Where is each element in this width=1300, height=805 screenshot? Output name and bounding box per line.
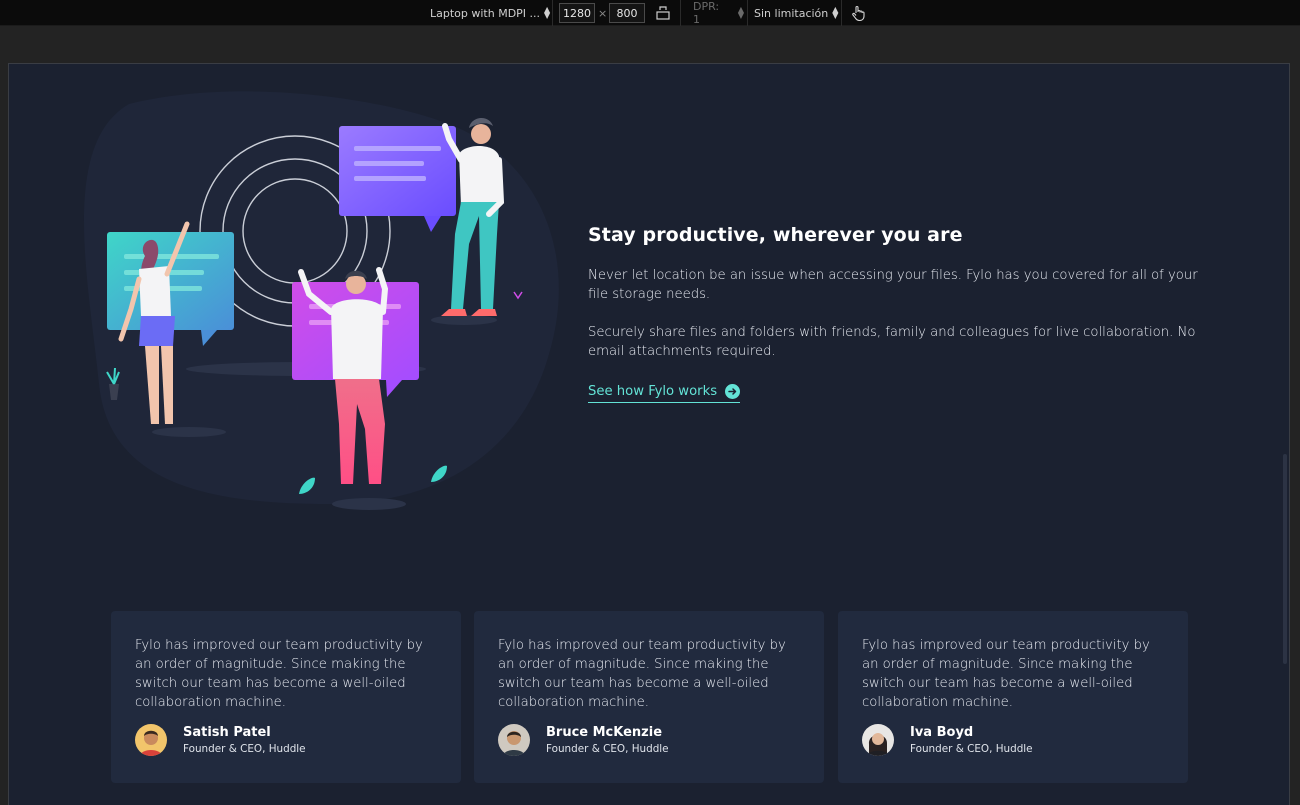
person-name: Satish Patel xyxy=(183,725,271,740)
testimonial-quote: Fylo has improved our team productivity … xyxy=(862,638,1150,710)
arrow-right-icon xyxy=(725,384,741,399)
testimonial-quote: Fylo has improved our team productivity … xyxy=(498,638,786,710)
productive-title: Stay productive, wherever you are xyxy=(588,224,963,246)
height-input[interactable]: 800 xyxy=(609,3,645,23)
testimonial-person: Satish Patel Founder & CEO, Huddle xyxy=(135,724,306,756)
throttle-select-label: Sin limitación xyxy=(754,6,829,20)
testimonials: Fylo has improved our team productivity … xyxy=(111,611,1188,783)
width-input[interactable]: 1280 xyxy=(559,3,595,23)
person-name: Iva Boyd xyxy=(910,725,974,740)
toolbar-divider xyxy=(841,0,842,26)
device-select-label: Laptop with MDPI ... xyxy=(430,6,541,20)
person-details: Iva Boyd Founder & CEO, Huddle xyxy=(910,725,1033,755)
person-role: Founder & CEO, Huddle xyxy=(183,743,306,755)
device-select[interactable]: Laptop with MDPI ... ▲ ▼ xyxy=(424,0,552,26)
updown-icon: ▲ ▼ xyxy=(737,5,744,20)
person-name: Bruce McKenzie xyxy=(546,725,663,740)
testimonial-quote: Fylo has improved our team productivity … xyxy=(135,638,423,710)
touch-hand-icon[interactable] xyxy=(849,0,867,26)
scrollbar-thumb[interactable] xyxy=(1283,454,1287,664)
collaboration-illustration xyxy=(84,91,559,510)
throttle-select[interactable]: Sin limitación ▲ ▼ xyxy=(750,0,840,26)
toolbar-divider xyxy=(747,0,748,26)
updown-icon: ▲ ▼ xyxy=(544,5,551,20)
productive-section: Stay productive, wherever you are Never … xyxy=(588,224,1228,403)
avatar xyxy=(135,724,167,756)
person-details: Satish Patel Founder & CEO, Huddle xyxy=(183,725,306,755)
dimension-separator: × xyxy=(598,6,608,20)
see-how-link-label: See how Fylo works xyxy=(588,384,718,399)
person-role: Founder & CEO, Huddle xyxy=(910,743,1033,755)
toolbar-divider xyxy=(552,0,553,26)
scrollbar[interactable] xyxy=(1281,64,1289,805)
rotate-icon[interactable] xyxy=(655,0,671,26)
person-role: Founder & CEO, Huddle xyxy=(546,743,669,755)
see-how-fylo-works-link[interactable]: See how Fylo works xyxy=(588,384,741,403)
updown-icon: ▲ ▼ xyxy=(832,5,839,20)
dpr-select-label: DPR: 1 xyxy=(693,0,720,26)
testimonial-person: Bruce McKenzie Founder & CEO, Huddle xyxy=(498,724,669,756)
page-viewport: Stay productive, wherever you are Never … xyxy=(8,63,1290,805)
devtools-device-toolbar: Laptop with MDPI ... ▲ ▼ 1280 × 800 DPR: … xyxy=(0,0,1300,26)
toolbar-divider xyxy=(680,0,681,26)
devtools-canvas-margin xyxy=(0,27,1300,63)
testimonial-person: Iva Boyd Founder & CEO, Huddle xyxy=(862,724,1033,756)
avatar xyxy=(498,724,530,756)
dpr-select[interactable]: DPR: 1 ▲ ▼ xyxy=(688,0,744,26)
testimonial-card: Fylo has improved our team productivity … xyxy=(111,611,461,783)
productive-paragraph-2: Securely share files and folders with fr… xyxy=(588,325,1196,359)
testimonial-card: Fylo has improved our team productivity … xyxy=(838,611,1188,783)
productive-paragraph-1: Never let location be an issue when acce… xyxy=(588,268,1198,302)
avatar xyxy=(862,724,894,756)
testimonial-card: Fylo has improved our team productivity … xyxy=(474,611,824,783)
person-details: Bruce McKenzie Founder & CEO, Huddle xyxy=(546,725,669,755)
